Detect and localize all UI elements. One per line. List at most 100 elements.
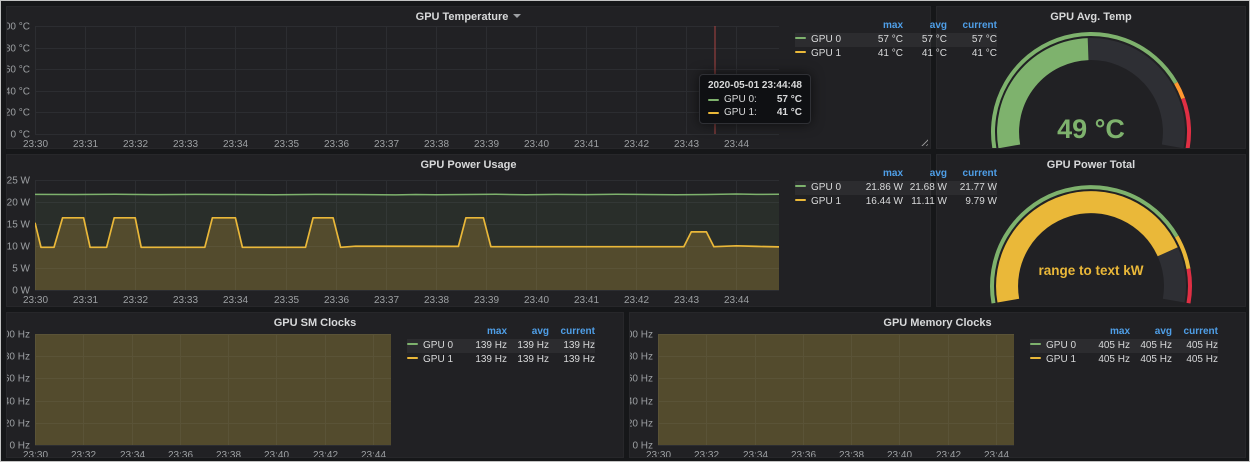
series-color-dash-icon bbox=[795, 185, 806, 187]
svg-text:80 Hz: 80 Hz bbox=[630, 352, 653, 363]
legend-stat-value: 405 Hz bbox=[1086, 353, 1130, 367]
svg-text:23:35: 23:35 bbox=[274, 295, 299, 306]
svg-text:23:40: 23:40 bbox=[264, 450, 289, 457]
svg-text:20 Hz: 20 Hz bbox=[630, 419, 653, 430]
chart-grid bbox=[35, 26, 779, 135]
svg-text:100 °C: 100 °C bbox=[7, 22, 30, 33]
panel-menu-caret-icon[interactable] bbox=[513, 14, 521, 22]
svg-text:5 W: 5 W bbox=[12, 264, 30, 275]
svg-text:23:41: 23:41 bbox=[574, 295, 599, 306]
svg-text:23:44: 23:44 bbox=[361, 450, 386, 457]
svg-text:23:33: 23:33 bbox=[173, 139, 198, 148]
svg-text:23:42: 23:42 bbox=[624, 139, 649, 148]
svg-text:23:30: 23:30 bbox=[23, 295, 48, 306]
svg-text:23:36: 23:36 bbox=[791, 450, 816, 457]
grafana-dashboard: GPU Temperature 100 °C80 °C60 °C40 °C20 … bbox=[0, 0, 1250, 462]
legend-stat-value: 21.86 W bbox=[857, 181, 903, 195]
legend-stat-value: 139 Hz bbox=[507, 339, 549, 353]
legend-row-gpu0[interactable]: GPU 0139 Hz139 Hz139 Hz bbox=[407, 339, 595, 353]
panel-gpu-temperature: GPU Temperature 100 °C80 °C60 °C40 °C20 … bbox=[6, 6, 931, 149]
legend-stat-value: 139 Hz bbox=[507, 353, 549, 367]
panel-title-text: GPU SM Clocks bbox=[274, 317, 357, 329]
legend-row-gpu1[interactable]: GPU 1139 Hz139 Hz139 Hz bbox=[407, 353, 595, 367]
legend-stat-value: 139 Hz bbox=[463, 339, 507, 353]
svg-text:23:34: 23:34 bbox=[120, 450, 145, 457]
series-color-dash-icon bbox=[708, 112, 719, 114]
svg-text:15 W: 15 W bbox=[7, 220, 31, 231]
panel-title-gpu-sm-clocks[interactable]: GPU SM Clocks bbox=[7, 317, 623, 329]
svg-text:23:30: 23:30 bbox=[23, 139, 48, 148]
svg-text:23:38: 23:38 bbox=[424, 295, 449, 306]
panel-title-gpu-power-usage[interactable]: GPU Power Usage bbox=[7, 159, 930, 171]
svg-text:23:39: 23:39 bbox=[474, 295, 499, 306]
svg-text:100 Hz: 100 Hz bbox=[7, 330, 30, 341]
svg-text:23:40: 23:40 bbox=[524, 139, 549, 148]
panel-title-gpu-avg-temp[interactable]: GPU Avg. Temp bbox=[937, 11, 1245, 23]
gpu-sm-clocks-legend: maxavgcurrentGPU 0139 Hz139 Hz139 HzGPU … bbox=[407, 325, 595, 367]
legend-row-gpu1[interactable]: GPU 1405 Hz405 Hz405 Hz bbox=[1030, 353, 1218, 367]
panel-title-text: GPU Avg. Temp bbox=[1050, 11, 1132, 23]
svg-text:23:43: 23:43 bbox=[674, 139, 699, 148]
series-color-dash-icon bbox=[708, 99, 719, 101]
legend-stat-value: 41 °C bbox=[857, 47, 903, 61]
series-color-dash-icon bbox=[407, 343, 418, 345]
legend-stat-value: 16.44 W bbox=[857, 195, 903, 209]
gauge-threshold-arc bbox=[1189, 269, 1191, 303]
svg-text:23:38: 23:38 bbox=[839, 450, 864, 457]
legend-stat-value: 139 Hz bbox=[549, 353, 595, 367]
gauge-value-arc bbox=[1007, 202, 1168, 300]
series-color-dash-icon bbox=[407, 357, 418, 359]
series-color-dash-icon bbox=[1030, 343, 1041, 345]
svg-text:23:38: 23:38 bbox=[424, 139, 449, 148]
svg-text:23:33: 23:33 bbox=[173, 295, 198, 306]
svg-text:23:34: 23:34 bbox=[223, 295, 248, 306]
svg-text:23:36: 23:36 bbox=[324, 139, 349, 148]
panel-title-gpu-temperature[interactable]: GPU Temperature bbox=[7, 11, 930, 23]
panel-title-gpu-memory-clocks[interactable]: GPU Memory Clocks bbox=[630, 317, 1245, 329]
legend-stat-value: 405 Hz bbox=[1172, 353, 1218, 367]
panel-title-gpu-power-total[interactable]: GPU Power Total bbox=[937, 159, 1245, 171]
series-color-dash-icon bbox=[795, 51, 806, 53]
svg-text:20 Hz: 20 Hz bbox=[7, 419, 30, 430]
svg-text:20 °C: 20 °C bbox=[7, 108, 30, 119]
svg-text:23:30: 23:30 bbox=[646, 450, 671, 457]
svg-text:23:32: 23:32 bbox=[123, 295, 148, 306]
legend-row-gpu0[interactable]: GPU 0405 Hz405 Hz405 Hz bbox=[1030, 339, 1218, 353]
svg-text:23:32: 23:32 bbox=[123, 139, 148, 148]
panel-title-text: GPU Memory Clocks bbox=[883, 317, 991, 329]
chart-series bbox=[35, 194, 779, 290]
legend-row-gpu1[interactable]: GPU 141 °C41 °C41 °C bbox=[795, 47, 997, 61]
svg-text:40 °C: 40 °C bbox=[7, 87, 30, 98]
legend-stat-value: 405 Hz bbox=[1130, 353, 1172, 367]
svg-text:23:38: 23:38 bbox=[216, 450, 241, 457]
svg-text:40 Hz: 40 Hz bbox=[630, 397, 653, 408]
svg-text:23:44: 23:44 bbox=[984, 450, 1009, 457]
chart-series bbox=[35, 313, 391, 445]
svg-text:23:42: 23:42 bbox=[624, 295, 649, 306]
svg-text:10 W: 10 W bbox=[7, 242, 31, 253]
panel-title-text: GPU Power Total bbox=[1047, 159, 1135, 171]
legend-stat-value: 405 Hz bbox=[1086, 339, 1130, 353]
svg-text:23:37: 23:37 bbox=[374, 139, 399, 148]
gpu-temperature-legend: maxavgcurrentGPU 057 °C57 °C57 °CGPU 141… bbox=[795, 19, 997, 61]
gpu-power-usage-svg: 25 W20 W15 W10 W5 W0 W23:3023:3123:3223:… bbox=[7, 155, 930, 306]
gauge-track-arc bbox=[1168, 252, 1175, 301]
svg-text:23:39: 23:39 bbox=[474, 139, 499, 148]
panel-gpu-sm-clocks: GPU SM Clocks 100 Hz80 Hz60 Hz40 Hz20 Hz… bbox=[6, 312, 624, 458]
svg-text:60 °C: 60 °C bbox=[7, 65, 30, 76]
panel-title-text: GPU Temperature bbox=[416, 11, 509, 23]
legend-row-gpu1[interactable]: GPU 116.44 W11.11 W9.79 W bbox=[795, 195, 997, 209]
svg-text:20 W: 20 W bbox=[7, 198, 31, 209]
legend-row-gpu0[interactable]: GPU 021.86 W21.68 W21.77 W bbox=[795, 181, 997, 195]
svg-text:23:44: 23:44 bbox=[724, 139, 749, 148]
gauge-value-text: 49 °C bbox=[1057, 114, 1125, 144]
svg-text:23:31: 23:31 bbox=[73, 139, 98, 148]
gpu-power-usage-chart[interactable]: 25 W20 W15 W10 W5 W0 W23:3023:3123:3223:… bbox=[7, 155, 930, 306]
legend-stat-value: 57 °C bbox=[903, 33, 947, 47]
chart-axis-labels: 100 °C80 °C60 °C40 °C20 °C0 °C23:3023:31… bbox=[7, 22, 749, 149]
tooltip-series-row: GPU 1:41 °C bbox=[708, 107, 802, 118]
legend-row-gpu0[interactable]: GPU 057 °C57 °C57 °C bbox=[795, 33, 997, 47]
svg-text:23:30: 23:30 bbox=[23, 450, 48, 457]
legend-stat-value: 139 Hz bbox=[463, 353, 507, 367]
svg-text:60 Hz: 60 Hz bbox=[630, 374, 653, 385]
